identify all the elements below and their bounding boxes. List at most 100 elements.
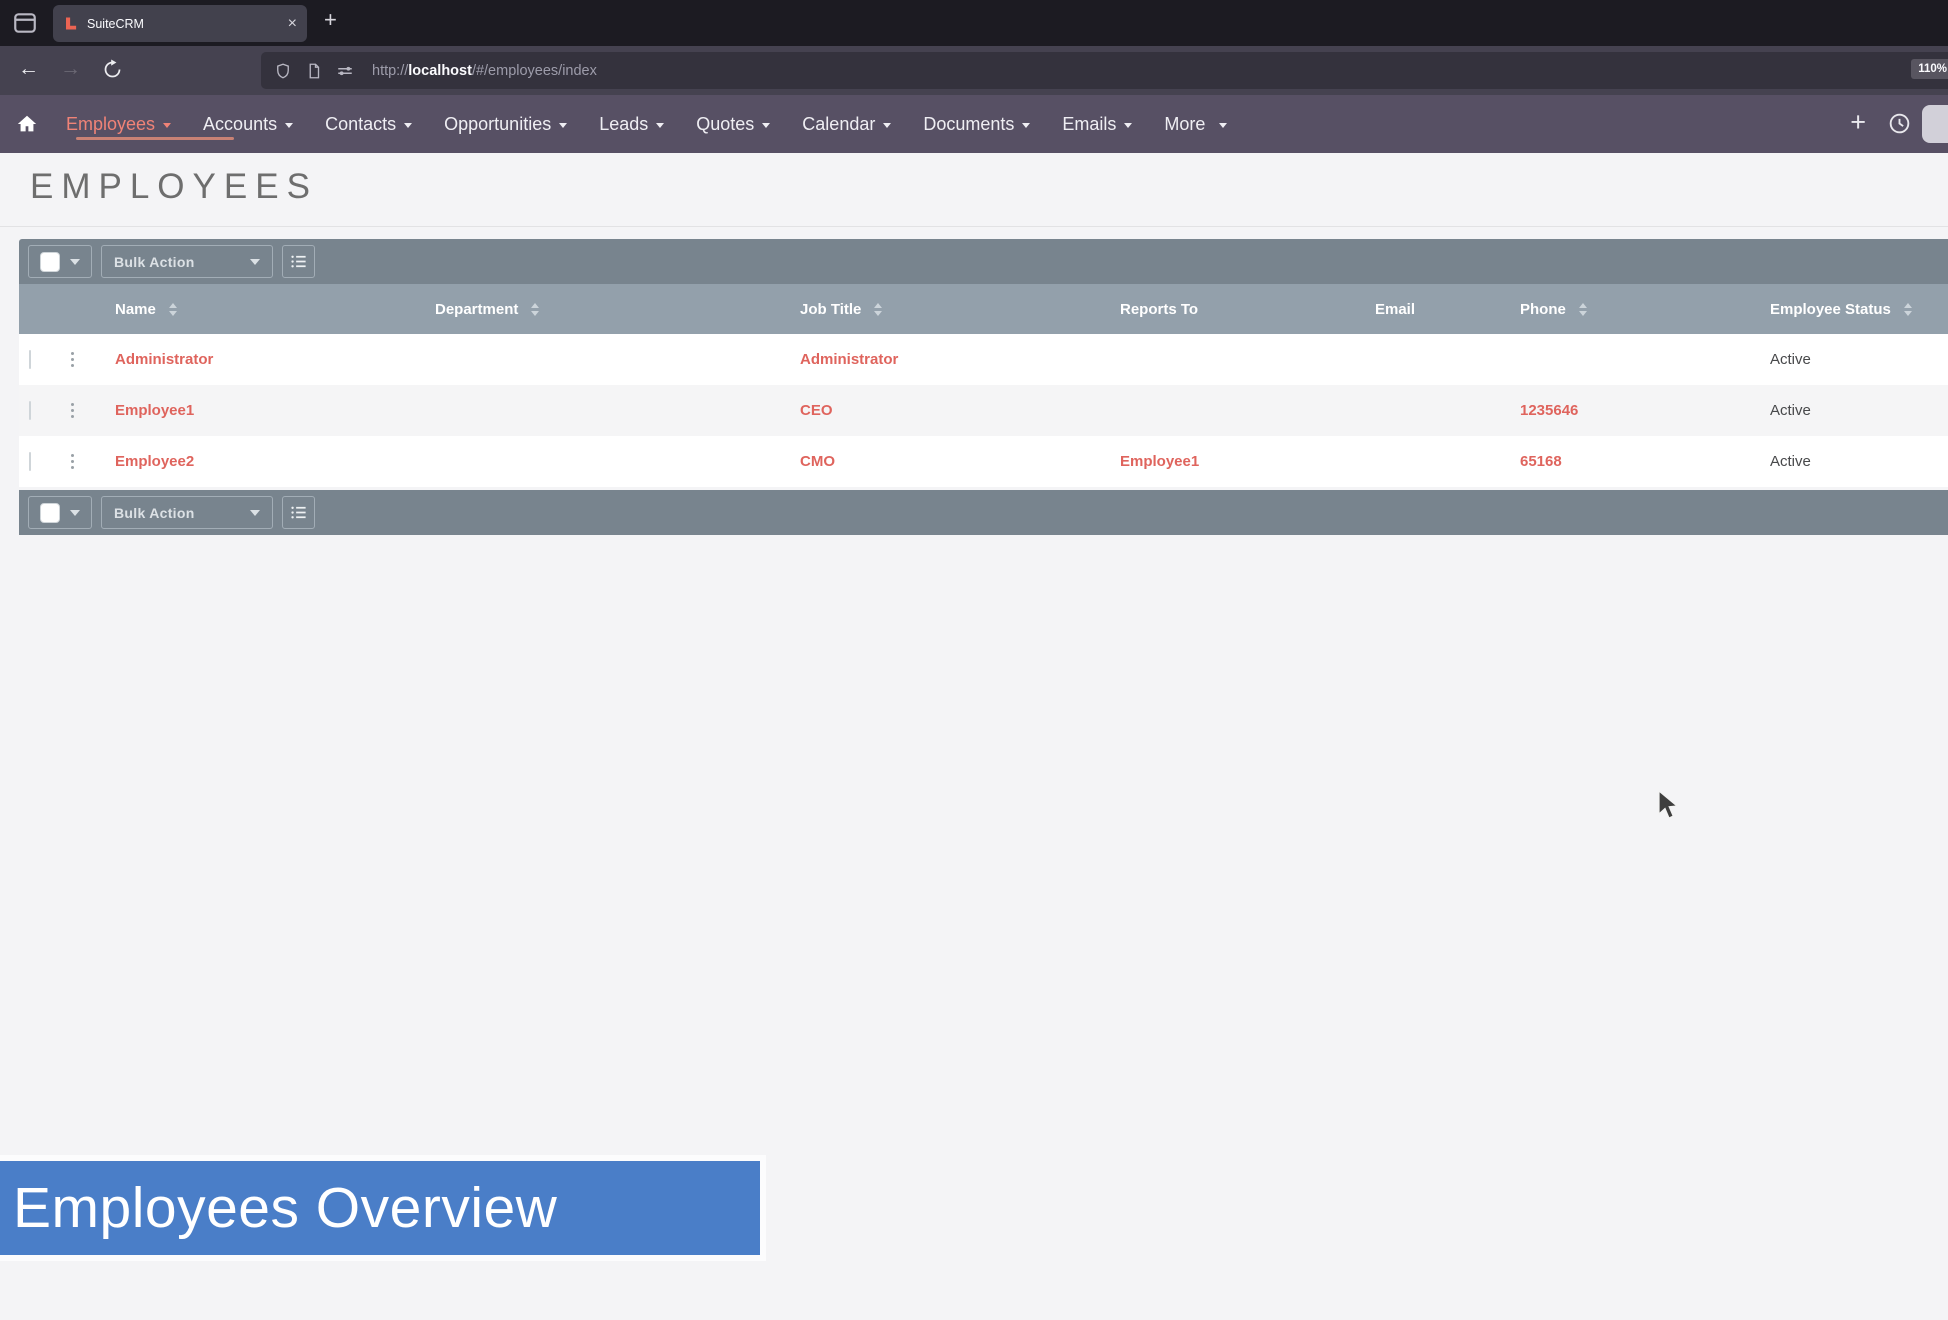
chevron-down-icon [883, 123, 891, 128]
select-all-dropdown[interactable] [28, 496, 92, 529]
job-title-cell[interactable]: CMO [800, 453, 835, 470]
permissions-sliders-icon[interactable] [336, 62, 354, 80]
row-checkbox[interactable] [29, 350, 31, 369]
sort-icon[interactable] [874, 303, 882, 316]
reports-to-cell [1100, 334, 1355, 385]
employee-name-link[interactable]: Administrator [115, 351, 213, 368]
nav-item-contacts[interactable]: Contacts [325, 114, 412, 135]
column-header-name[interactable]: Name [95, 284, 415, 334]
nav-item-opportunities[interactable]: Opportunities [444, 114, 567, 135]
nav-item-quotes[interactable]: Quotes [696, 114, 770, 135]
chevron-down-icon [404, 123, 412, 128]
history-icon[interactable] [1887, 111, 1912, 136]
chevron-down-icon [559, 123, 567, 128]
chevron-down-icon [1124, 123, 1132, 128]
sort-icon[interactable] [531, 303, 539, 316]
list-view-icon [289, 503, 308, 522]
suitecrm-logo-icon [63, 16, 78, 31]
status-cell: Active [1770, 453, 1811, 470]
job-title-cell[interactable]: CEO [800, 402, 833, 419]
row-checkbox[interactable] [29, 401, 31, 420]
new-tab-icon[interactable]: + [324, 7, 337, 33]
department-cell [415, 334, 780, 385]
phone-cell[interactable]: 1235646 [1520, 402, 1578, 419]
url-bar[interactable]: http://localhost/#/employees/index 110% [261, 52, 1948, 89]
column-header-reports-to[interactable]: Reports To [1100, 284, 1355, 334]
employee-name-link[interactable]: Employee2 [115, 453, 194, 470]
row-checkbox[interactable] [29, 452, 31, 471]
bulk-action-dropdown[interactable]: Bulk Action [101, 245, 273, 278]
nav-item-employees[interactable]: Employees [66, 114, 171, 135]
chevron-down-icon [250, 510, 260, 516]
plus-icon[interactable]: + [1850, 107, 1866, 137]
kebab-icon[interactable] [71, 454, 74, 469]
caption-text: Employees Overview [13, 1175, 557, 1241]
column-header-employee-status[interactable]: Employee Status [1750, 284, 1948, 334]
browser-toolbar: ← → http://localhost/#/employees/index 1… [0, 46, 1948, 95]
header-checkbox-spacer [19, 284, 69, 334]
nav-item-documents[interactable]: Documents [923, 114, 1030, 135]
url-text[interactable]: http://localhost/#/employees/index [372, 63, 597, 79]
nav-item-more[interactable]: More [1164, 114, 1227, 135]
chevron-down-icon [163, 123, 171, 128]
shield-icon[interactable] [274, 62, 292, 80]
chevron-down-icon [656, 123, 664, 128]
title-divider [0, 226, 1948, 227]
chevron-down-icon [762, 123, 770, 128]
chevron-down-icon [70, 259, 80, 265]
phone-cell [1500, 334, 1750, 385]
nav-item-emails[interactable]: Emails [1062, 114, 1132, 135]
status-cell: Active [1770, 351, 1811, 368]
department-cell [415, 436, 780, 487]
back-icon[interactable]: ← [18, 55, 39, 83]
list-toolbar-top: Bulk Action [19, 239, 1948, 284]
column-header-phone[interactable]: Phone [1500, 284, 1750, 334]
forward-icon[interactable]: → [60, 55, 81, 83]
nav-item-accounts[interactable]: Accounts [203, 114, 293, 135]
page-icon[interactable] [305, 62, 323, 80]
select-all-checkbox[interactable] [40, 503, 60, 523]
tab-title: SuiteCRM [87, 17, 282, 31]
status-cell: Active [1770, 402, 1811, 419]
column-header-job-title[interactable]: Job Title [780, 284, 1100, 334]
sort-icon[interactable] [169, 303, 177, 316]
reports-to-cell[interactable]: Employee1 [1120, 453, 1199, 470]
browser-tab-suitecrm[interactable]: SuiteCRM × [53, 5, 307, 42]
chevron-down-icon [285, 123, 293, 128]
bulk-action-dropdown[interactable]: Bulk Action [101, 496, 273, 529]
reload-icon[interactable] [102, 59, 123, 80]
list-view-button[interactable] [282, 245, 315, 278]
phone-cell[interactable]: 65168 [1520, 453, 1562, 470]
home-icon[interactable] [16, 113, 38, 135]
column-header-department[interactable]: Department [415, 284, 780, 334]
chevron-down-icon [1219, 123, 1227, 128]
avatar[interactable] [1922, 105, 1948, 143]
list-toolbar-bottom: Bulk Action [19, 490, 1948, 535]
column-header-email[interactable]: Email [1355, 284, 1500, 334]
nav-item-calendar[interactable]: Calendar [802, 114, 891, 135]
sort-icon[interactable] [1579, 303, 1587, 316]
header-kebab-spacer [69, 284, 95, 334]
caption-banner: Employees Overview [0, 1155, 766, 1261]
list-view-button[interactable] [282, 496, 315, 529]
department-cell [415, 385, 780, 436]
job-title-cell[interactable]: Administrator [800, 351, 898, 368]
sort-icon[interactable] [1904, 303, 1912, 316]
employee-name-link[interactable]: Employee1 [115, 402, 194, 419]
crm-navbar: Employees Accounts Contacts Opportunitie… [0, 95, 1948, 153]
zoom-level-badge[interactable]: 110% [1911, 59, 1948, 79]
firefox-view-icon[interactable] [12, 10, 38, 36]
table-row: Employee1 CEO 1235646 Active [19, 385, 1948, 436]
nav-item-leads[interactable]: Leads [599, 114, 664, 135]
kebab-icon[interactable] [71, 403, 74, 418]
select-all-checkbox[interactable] [40, 252, 60, 272]
email-cell [1355, 385, 1500, 436]
table-header-row: Name Department Job Title Reports To Ema… [19, 284, 1948, 334]
loading-progress-bar [76, 137, 234, 140]
select-all-dropdown[interactable] [28, 245, 92, 278]
close-icon[interactable]: × [288, 16, 297, 32]
chevron-down-icon [250, 259, 260, 265]
kebab-icon[interactable] [71, 352, 74, 367]
list-view-icon [289, 252, 308, 271]
page-title: EMPLOYEES [30, 167, 318, 207]
